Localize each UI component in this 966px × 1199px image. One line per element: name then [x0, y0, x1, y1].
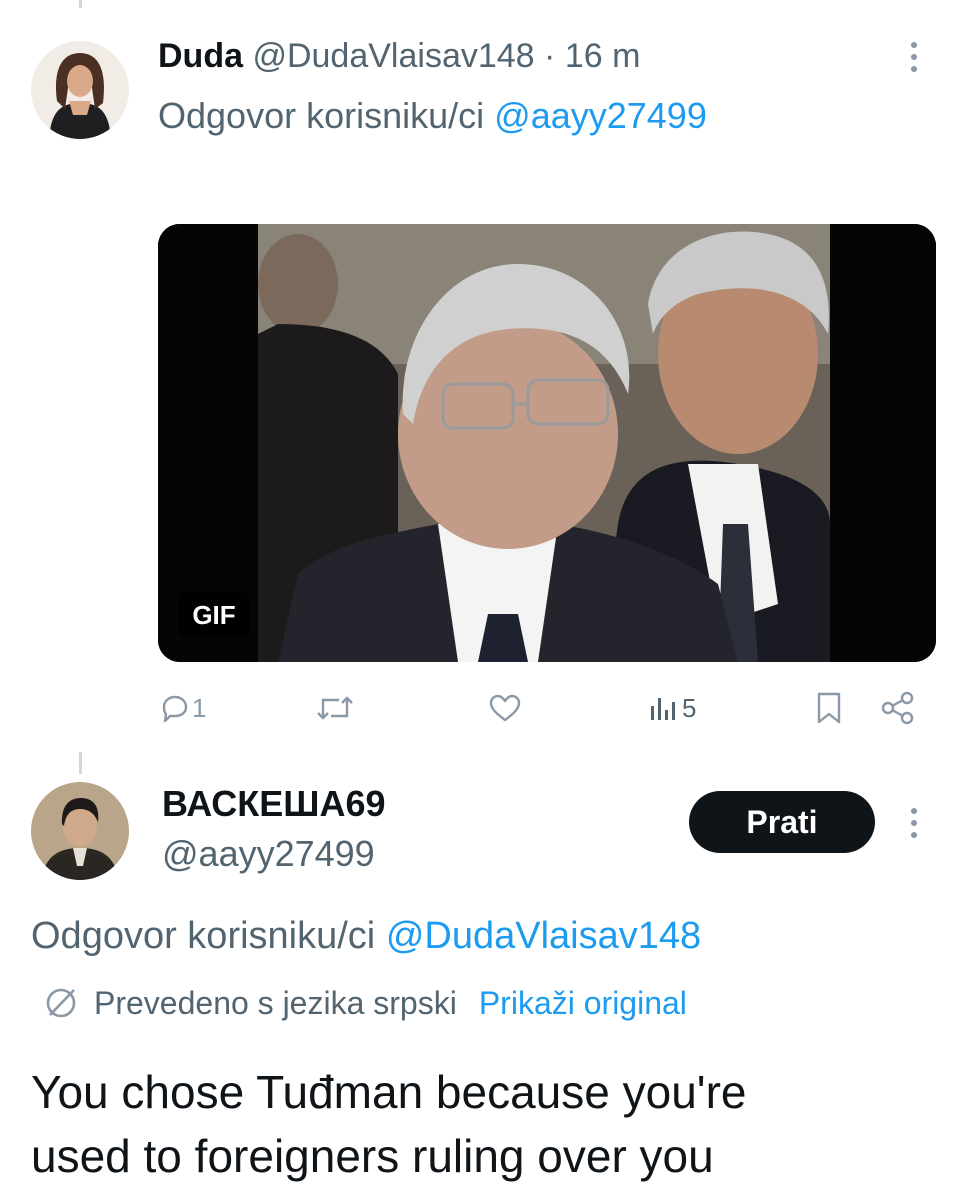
- more-vertical-icon[interactable]: [908, 808, 920, 844]
- reply-prefix: Odgovor korisniku/ci: [31, 915, 376, 957]
- translation-note: Prevedeno s jezika srpski Prikaži origin…: [42, 982, 687, 1024]
- reply-prefix: Odgovor korisniku/ci: [158, 95, 485, 136]
- bookmark-action[interactable]: [814, 688, 844, 728]
- reply-handle-link[interactable]: @DudaVlaisav148: [386, 915, 701, 957]
- tweet-header: Duda @DudaVlaisav148 · 16 m: [158, 34, 640, 78]
- bookmark-icon: [817, 692, 841, 724]
- timestamp[interactable]: 16 m: [565, 37, 641, 75]
- display-name[interactable]: ВАСКЕША69: [162, 783, 386, 824]
- reply-count: 1: [192, 692, 207, 723]
- retweet-action[interactable]: [315, 688, 355, 728]
- avatar-vaskesa[interactable]: [31, 782, 129, 880]
- thread-line-middle: [79, 752, 82, 774]
- display-name[interactable]: Duda: [158, 37, 243, 75]
- tweet-text-line-2: used to foreigners ruling over you: [31, 1130, 714, 1182]
- avatar-duda[interactable]: [31, 41, 129, 139]
- follow-button[interactable]: Prati: [689, 791, 875, 853]
- like-icon: [489, 694, 521, 722]
- retweet-icon: [317, 696, 353, 720]
- handle[interactable]: @DudaVlaisav148: [252, 37, 534, 75]
- share-icon: [881, 691, 914, 725]
- show-original-link[interactable]: Prikaži original: [479, 982, 687, 1024]
- tweet-text: You chose Tuđman because you're used to …: [31, 1060, 746, 1188]
- handle[interactable]: @aayy27499: [162, 833, 375, 874]
- views-action[interactable]: 5: [648, 688, 696, 728]
- reply-action[interactable]: 1: [158, 688, 206, 728]
- share-action[interactable]: [880, 688, 916, 728]
- views-icon: [651, 698, 675, 720]
- views-count: 5: [682, 692, 697, 723]
- gif-badge: GIF: [178, 592, 250, 638]
- thread-line-top: [79, 0, 82, 8]
- reply-icon: [162, 695, 188, 723]
- translated-label: Prevedeno s jezika srpski: [94, 985, 457, 1021]
- tweet-text-line-1: You chose Tuđman because you're: [31, 1066, 747, 1118]
- gif-media[interactable]: [158, 224, 936, 662]
- separator: ·: [544, 37, 556, 75]
- reply-context: Odgovor korisniku/ci @DudaVlaisav148: [31, 912, 701, 960]
- translate-globe-icon: [46, 988, 76, 1018]
- reply-context: Odgovor korisniku/ci @aayy27499: [158, 92, 707, 140]
- like-action[interactable]: [487, 688, 523, 728]
- reply-handle-link[interactable]: @aayy27499: [494, 95, 707, 136]
- more-vertical-icon[interactable]: [908, 42, 920, 78]
